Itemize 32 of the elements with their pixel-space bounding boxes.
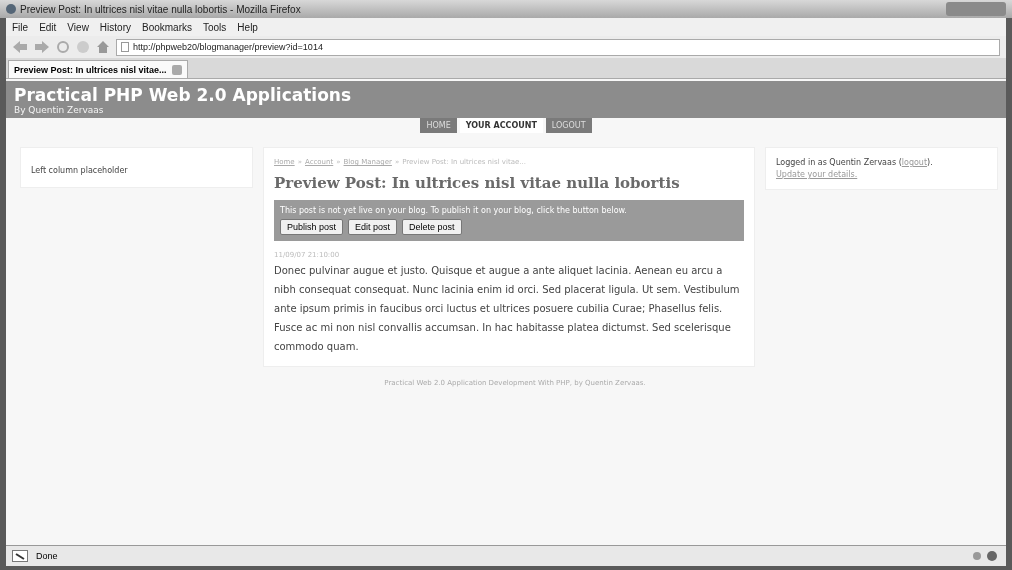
page-heading: Preview Post: In ultrices nisl vitae nulla lobortis — [274, 174, 681, 192]
menu-item[interactable]: History — [99, 21, 131, 33]
menu-item[interactable]: Tools — [203, 21, 227, 33]
back-icon[interactable] — [12, 40, 28, 54]
close-icon[interactable] — [171, 64, 182, 75]
menu-item[interactable]: View — [67, 21, 89, 33]
status-indicator-icon — [972, 550, 1000, 562]
window-title: Preview Post: In ultrices nisl vitae nulla lobortis - Mozilla Firefox — [20, 3, 301, 15]
reload-icon[interactable] — [56, 40, 70, 54]
placeholder-text: Left column placeholder — [31, 166, 128, 175]
site-title: Practical PHP Web 2.0 Applications — [14, 85, 353, 105]
status-text: Done — [36, 551, 58, 561]
nav-tab[interactable]: YOUR ACCOUNT — [459, 118, 543, 133]
post-action-button[interactable]: Publish post — [280, 219, 344, 235]
address-field[interactable]: http://phpweb20/blogmanager/preview?id=1014 — [116, 38, 1000, 56]
stop-icon[interactable] — [76, 40, 90, 54]
page-icon — [121, 42, 129, 52]
post-action-button[interactable]: Edit post — [348, 219, 398, 235]
notice-text: This post is not yet live on your blog. To publish it on your blog, click the button below. — [280, 206, 628, 215]
browser-tab[interactable]: Preview Post: In ultrices nisl vitae... — [8, 60, 188, 78]
menu-item[interactable]: Edit — [39, 21, 57, 33]
login-status: Logged in as Quentin Zervaas (logout). — [776, 158, 934, 167]
menu-item[interactable]: Help — [237, 21, 258, 33]
browser-icon — [6, 4, 16, 14]
site-subtitle: By Quentin Zervaas — [14, 105, 105, 115]
status-icon — [12, 550, 28, 562]
menu-item[interactable]: File — [12, 21, 29, 33]
home-icon[interactable] — [96, 40, 110, 54]
menu-item[interactable]: Bookmarks — [142, 21, 192, 33]
post-body: Donec pulvinar augue et justo. Quisque et augue a ante aliquet lacinia. Aenean eu arcu a nibh consequat consequat. Nunc lacinia enim id orci. Sed placerat ligula. Ut sem. Vestibulum ante ipsum primis in faucibus orci luctus et ultrices posuere cubilia Curae; Phasellus felis. Fusce ac mi non nisl convallis accumsan. In hac habitasse platea dictumst. Sed scelerisque commodo quam. — [274, 264, 741, 354]
post-action-button[interactable]: Delete post — [402, 219, 462, 235]
forward-icon[interactable] — [34, 40, 50, 54]
